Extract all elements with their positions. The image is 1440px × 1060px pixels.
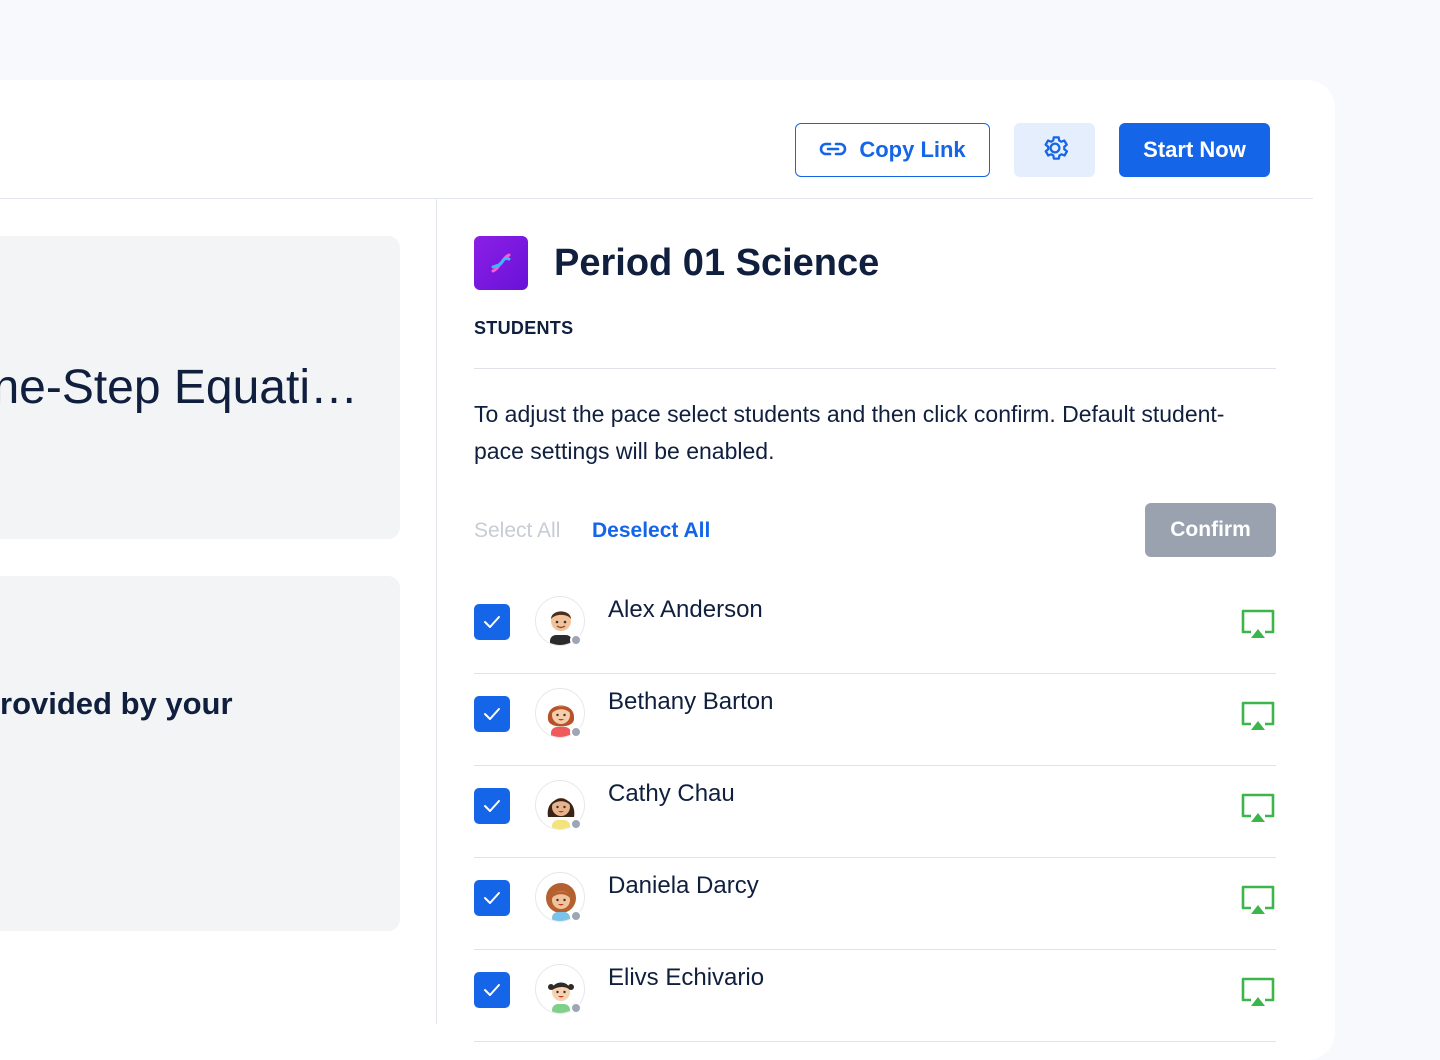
- student-checkbox[interactable]: [474, 788, 510, 824]
- confirm-button[interactable]: Confirm: [1145, 503, 1276, 557]
- student-row[interactable]: Cathy Chau: [474, 766, 1276, 858]
- lesson-title: ne-Step Equati…: [0, 361, 358, 414]
- class-dna-icon: [474, 236, 528, 290]
- select-all-link[interactable]: Select All: [474, 519, 560, 543]
- student-checkbox[interactable]: [474, 880, 510, 916]
- lesson-info-text: rovided by your: [0, 686, 233, 721]
- student-name: Daniela Darcy: [608, 872, 759, 899]
- screen-share-icon[interactable]: [1240, 976, 1276, 1008]
- panel-divider: [436, 199, 437, 1024]
- deselect-all-link[interactable]: Deselect All: [592, 519, 710, 543]
- status-dot: [570, 726, 582, 738]
- student-name: Cathy Chau: [608, 780, 735, 807]
- lesson-card[interactable]: ne-Step Equati…: [0, 236, 400, 539]
- student-name: Alex Anderson: [608, 596, 763, 623]
- copy-link-label: Copy Link: [859, 137, 966, 162]
- pace-instructions: To adjust the pace select students and t…: [474, 401, 1225, 464]
- student-row[interactable]: Elivs Echivario: [474, 950, 1276, 1042]
- status-dot: [570, 910, 582, 922]
- student-row[interactable]: Daniela Darcy: [474, 858, 1276, 950]
- settings-button[interactable]: [1014, 123, 1095, 177]
- screen-share-icon[interactable]: [1240, 608, 1276, 640]
- start-now-button[interactable]: Start Now: [1119, 123, 1270, 177]
- student-name: Bethany Barton: [608, 688, 774, 715]
- students-section-label: STUDENTS: [474, 318, 574, 338]
- link-icon: [819, 137, 847, 163]
- toolbar-divider: [0, 198, 1313, 199]
- gear-icon: [1040, 133, 1070, 168]
- student-row[interactable]: Alex Anderson: [474, 582, 1276, 674]
- screen-share-icon[interactable]: [1240, 792, 1276, 824]
- student-row[interactable]: Bethany Barton: [474, 674, 1276, 766]
- screen-share-icon[interactable]: [1240, 884, 1276, 916]
- student-checkbox[interactable]: [474, 972, 510, 1008]
- status-dot: [570, 1002, 582, 1014]
- copy-link-button[interactable]: Copy Link: [795, 123, 990, 177]
- lesson-info-card: rovided by your: [0, 576, 400, 931]
- student-name: Elivs Echivario: [608, 964, 765, 991]
- student-checkbox[interactable]: [474, 604, 510, 640]
- student-checkbox[interactable]: [474, 696, 510, 732]
- status-dot: [570, 634, 582, 646]
- screen-share-icon[interactable]: [1240, 700, 1276, 732]
- section-divider: [474, 368, 1276, 369]
- status-dot: [570, 818, 582, 830]
- class-title: Period 01 Science: [554, 242, 880, 284]
